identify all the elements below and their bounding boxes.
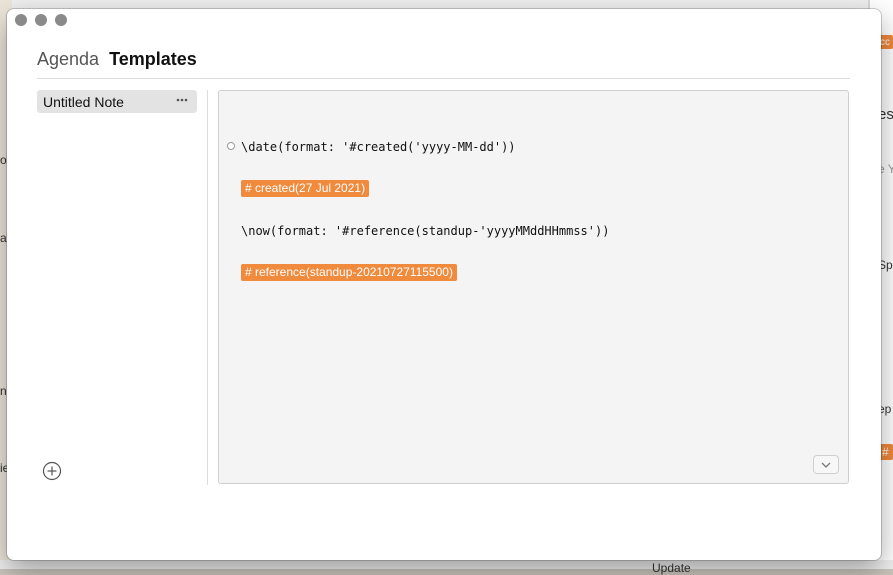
background-text: Update [652, 561, 691, 575]
template-title: Untitled Note [43, 94, 124, 110]
bullet-icon[interactable] [227, 142, 235, 150]
minimize-window-button[interactable] [35, 14, 47, 26]
window-controls [15, 14, 67, 26]
more-options-button[interactable] [173, 93, 191, 109]
background-text: # [882, 445, 889, 459]
templates-window: Agenda Templates Untitled Note \date(for… [7, 9, 881, 560]
header-divider [37, 78, 850, 79]
template-editor[interactable]: \date(format: '#created('yyyy-MM-dd')) #… [218, 90, 849, 484]
collapse-button[interactable] [813, 455, 839, 474]
tab-agenda[interactable]: Agenda [37, 49, 99, 70]
template-code-line[interactable]: \date(format: '#created('yyyy-MM-dd')) [241, 140, 516, 154]
zoom-window-button[interactable] [55, 14, 67, 26]
template-list-item[interactable]: Untitled Note [37, 90, 197, 113]
rendered-tag[interactable]: # created(27 Jul 2021) [241, 180, 370, 197]
view-tabs: Agenda Templates [37, 49, 197, 70]
plus-circle-icon [42, 461, 62, 481]
background-text: cc [880, 37, 890, 48]
close-window-button[interactable] [15, 14, 27, 26]
template-list-sidebar: Untitled Note [37, 90, 197, 485]
rendered-tag[interactable]: # reference(standup-20210727115500) [241, 264, 457, 281]
template-code-line[interactable]: \now(format: '#reference(standup-'yyyyMM… [241, 224, 609, 238]
chevron-down-icon [821, 462, 831, 468]
tab-templates[interactable]: Templates [109, 49, 197, 70]
ellipsis-icon [176, 98, 188, 102]
sidebar-divider [207, 90, 208, 485]
add-template-button[interactable] [42, 461, 62, 481]
background-window-bottom [0, 560, 893, 569]
